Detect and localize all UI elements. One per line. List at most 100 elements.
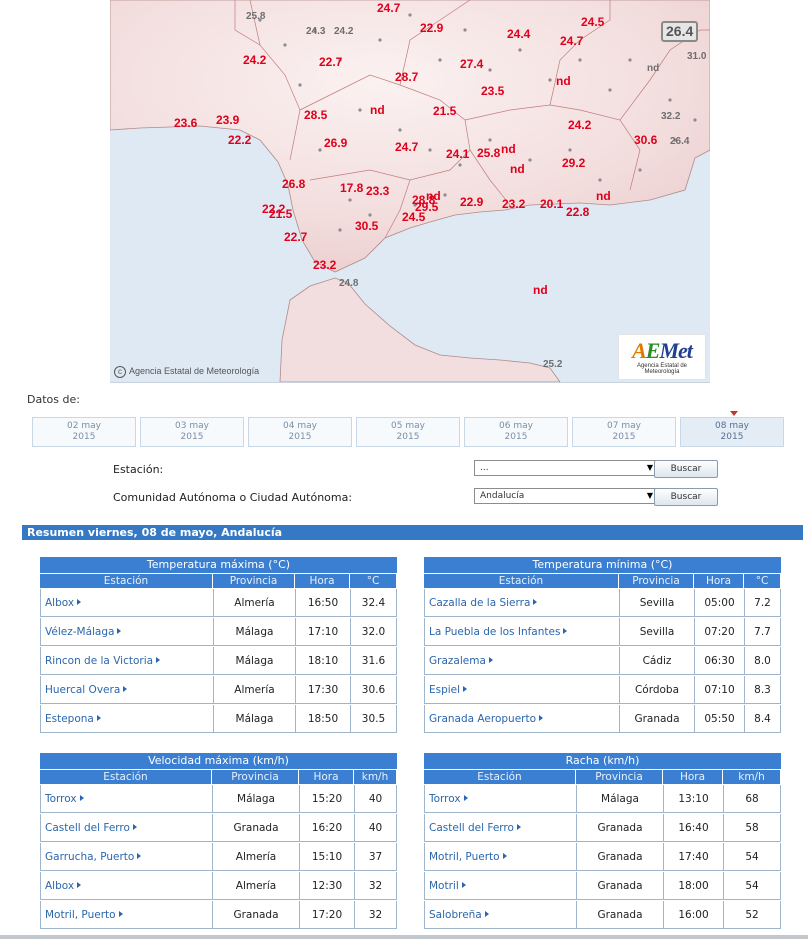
date-tab[interactable]: 02 may 2015 — [32, 417, 136, 447]
station-link[interactable]: Albox — [40, 872, 212, 900]
arrow-right-icon — [539, 714, 544, 721]
table-row: Cazalla de la Sierra Sevilla 05:00 7.2 — [424, 589, 781, 617]
station-link[interactable]: Motril, Puerto — [40, 901, 212, 929]
province-cell: Málaga — [213, 647, 295, 675]
panel-title: Velocidad máxima (km/h) — [40, 753, 397, 769]
station-link[interactable]: Garrucha, Puerto — [40, 843, 212, 871]
page-footer-bar — [0, 935, 808, 939]
station-link[interactable]: Huercal Overa — [40, 676, 213, 704]
column-header: Hora — [694, 573, 744, 588]
time-cell: 17:10 — [295, 618, 350, 646]
station-link[interactable]: Vélez-Málaga — [40, 618, 213, 646]
map-grey-label: 32.2 — [661, 111, 681, 122]
arrow-right-icon — [118, 910, 123, 917]
dropdown-arrow-icon: ▼ — [646, 491, 653, 500]
station-link[interactable]: Motril, Puerto — [424, 843, 576, 871]
station-link[interactable]: Estepona — [40, 705, 213, 733]
table-row: Huercal Overa Almería 17:30 30.6 — [40, 676, 397, 704]
region-select[interactable]: Andalucía ▼ — [474, 488, 657, 504]
station-link[interactable]: Torrox — [424, 785, 576, 813]
value-cell: 52 — [723, 901, 781, 929]
station-link[interactable]: Salobreña — [424, 901, 576, 929]
station-name: Motril, Puerto — [45, 908, 116, 921]
time-cell: 16:40 — [663, 814, 723, 842]
map-temp-label: 22.7 — [284, 230, 308, 244]
station-link[interactable]: Grazalema — [424, 647, 619, 675]
province-cell: Almería — [212, 872, 299, 900]
station-link[interactable]: Rincon de la Victoria — [40, 647, 213, 675]
map-temp-label: 23.6 — [174, 116, 198, 130]
station-name: Torrox — [45, 792, 77, 805]
aemet-logo[interactable]: AEMet Agencia Estatal de Meteorología — [618, 334, 706, 380]
station-link[interactable]: Motril — [424, 872, 576, 900]
station-name: Motril, Puerto — [429, 850, 500, 863]
arrow-right-icon — [123, 685, 128, 692]
table-row: Torrox Málaga 15:20 40 — [40, 785, 397, 813]
date-tab[interactable]: 04 may 2015 — [248, 417, 352, 447]
time-cell: 07:20 — [694, 618, 744, 646]
temperature-map[interactable]: 24.7 22.9 24.4 24.5 24.7 24.2 22.7 28.7 … — [110, 0, 710, 383]
time-cell: 15:20 — [299, 785, 354, 813]
date-tab-selected[interactable]: 08 may 2015 — [680, 417, 784, 447]
date-tab[interactable]: 07 may 2015 — [572, 417, 676, 447]
map-temp-label: 20.1 — [540, 197, 564, 211]
value-cell: 54 — [723, 872, 781, 900]
panel-title: Temperatura máxima (°C) — [40, 557, 397, 573]
province-cell: Cádiz — [619, 647, 694, 675]
station-link[interactable]: Espiel — [424, 676, 619, 704]
station-name: Garrucha, Puerto — [45, 850, 135, 863]
province-cell: Almería — [213, 676, 295, 704]
map-temp-label: 23.2 — [502, 197, 526, 211]
arrow-right-icon — [461, 881, 466, 888]
dates-label: Datos de: — [27, 393, 80, 406]
table-row: Grazalema Cádiz 06:30 8.0 — [424, 647, 781, 675]
station-search-button[interactable]: Buscar — [654, 460, 718, 478]
map-grey-label: nd — [647, 63, 660, 74]
station-link[interactable]: La Puebla de los Infantes — [424, 618, 619, 646]
land-africa — [279, 277, 561, 382]
map-temp-label: 25.8 — [477, 146, 501, 160]
station-link[interactable]: Albox — [40, 589, 213, 617]
aemet-logo-word: AEMet — [632, 338, 693, 363]
value-cell: 8.3 — [744, 676, 781, 704]
table-header-row: Estación Provincia Hora °C — [424, 573, 781, 588]
table-row: Estepona Málaga 18:50 30.5 — [40, 705, 397, 733]
time-cell: 18:00 — [663, 872, 723, 900]
map-grey-label: 24.2 — [334, 26, 354, 37]
value-cell: 32.0 — [350, 618, 397, 646]
station-link[interactable]: Granada Aeropuerto — [424, 705, 619, 733]
arrow-right-icon — [563, 627, 568, 634]
date-tab[interactable]: 03 may 2015 — [140, 417, 244, 447]
map-grey-label: 26.4 — [670, 136, 690, 147]
table-row: Albox Almería 12:30 32 — [40, 872, 397, 900]
value-cell: 8.4 — [744, 705, 781, 733]
map-temp-label: 29.2 — [562, 156, 586, 170]
province-cell: Granada — [576, 872, 663, 900]
value-cell: 30.5 — [350, 705, 397, 733]
station-name: Estepona — [45, 712, 94, 725]
station-select[interactable]: ... ▼ — [474, 460, 657, 476]
time-cell: 12:30 — [299, 872, 354, 900]
province-cell: Sevilla — [619, 618, 694, 646]
column-header: Hora — [299, 769, 354, 784]
time-cell: 17:20 — [299, 901, 354, 929]
station-name: Albox — [45, 879, 75, 892]
station-link[interactable]: Castell del Ferro — [424, 814, 576, 842]
region-search-button[interactable]: Buscar — [654, 488, 718, 506]
station-link[interactable]: Castell del Ferro — [40, 814, 212, 842]
province-cell: Córdoba — [619, 676, 694, 704]
table-row: Vélez-Málaga Málaga 17:10 32.0 — [40, 618, 397, 646]
panel-title: Racha (km/h) — [424, 753, 781, 769]
value-cell: 58 — [723, 814, 781, 842]
station-link[interactable]: Torrox — [40, 785, 212, 813]
map-temp-label: 23.9 — [216, 113, 240, 127]
value-cell: 8.0 — [744, 647, 781, 675]
map-temp-label: 22.9 — [460, 195, 484, 209]
station-name: Grazalema — [429, 654, 486, 667]
table-row: Salobreña Granada 16:00 52 — [424, 901, 781, 929]
date-tab[interactable]: 05 may 2015 — [356, 417, 460, 447]
aemet-logo-subtitle: Agencia Estatal de Meteorología — [636, 363, 688, 375]
station-link[interactable]: Cazalla de la Sierra — [424, 589, 619, 617]
date-tab[interactable]: 06 may 2015 — [464, 417, 568, 447]
map-grey-label: 24.8 — [339, 278, 359, 289]
